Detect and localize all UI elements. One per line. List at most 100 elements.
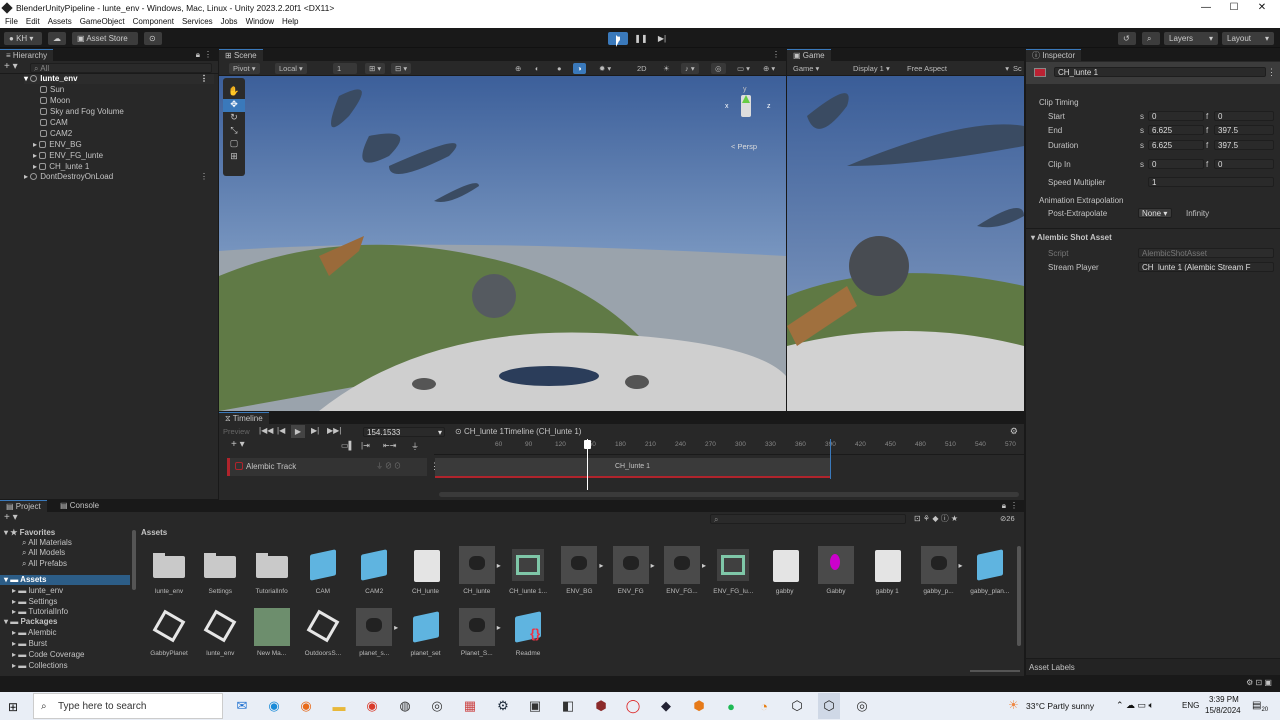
kebab-menu-icon[interactable]: ⋮ [1267,67,1276,78]
prev-frame-icon[interactable]: |◀ [277,426,285,435]
fav-all-materials[interactable]: ⌕ All Materials [22,538,72,548]
persp-label[interactable]: < Persp [731,142,757,151]
hierarchy-search-input[interactable]: ⌕ All [30,63,212,73]
tab-timeline[interactable]: ⧖ Timeline [219,412,269,424]
taskbar-search-input[interactable]: ⌕ Type here to search [33,693,223,719]
tab-scene[interactable]: ⊞ Scene [219,49,263,61]
layers-dropdown[interactable]: Layers ▾ [1164,32,1218,45]
pause-button[interactable]: ❚❚ [631,32,651,45]
grid-snap-field[interactable]: 1 [333,63,357,74]
fx-icon[interactable]: ◎ [711,63,726,74]
collab-icon[interactable]: ⊙ [144,32,162,45]
render-icon[interactable]: ✹ ▾ [595,63,615,74]
end-seconds-field[interactable]: 6.625 [1148,125,1204,135]
lighting-icon[interactable]: ☀ [659,63,674,74]
asset-item[interactable]: ENV_FG_lu... [710,546,756,595]
audio-icon[interactable]: ♪ ▾ [681,63,699,74]
hierarchy-item-cam2[interactable]: CAM2 [40,129,72,139]
hierarchy-item-dontdestroy[interactable]: ▸ DontDestroyOnLoad ⋮ [24,172,214,182]
timeline-track-row[interactable]: Alembic Track ⏚ ⊘ ⊙ ⋮ [227,458,439,476]
lock-icon[interactable]: 🔒︎ [196,49,200,61]
object-name-field[interactable]: CH_lunte 1 [1054,67,1266,77]
asset-item[interactable]: CAM [300,546,346,595]
project-grid-scrollbar[interactable] [1017,546,1021,646]
project-tree-scrollbar[interactable] [132,530,136,590]
weather-text[interactable]: 33°C Partly sunny [1026,701,1094,711]
asset-labels-bar[interactable]: Asset Labels [1026,658,1280,675]
asset-item[interactable]: OutdoorsS... [300,608,346,657]
clock-date[interactable]: 15/8/2024 [1205,706,1241,715]
pin-icon[interactable]: ⏚ [411,441,419,452]
draw-mode-icon[interactable]: ⊕ [511,63,525,74]
filter-icons[interactable]: ⊡ ⚘ ◆ ⓘ ★ [914,513,958,524]
project-search-input[interactable]: ⌕ [710,514,906,524]
asset-item[interactable]: CH_lunte [403,546,449,595]
timeline-scrollbar[interactable] [439,492,1019,497]
menu-help[interactable]: Help [282,17,298,26]
app6-icon[interactable]: ◆ [655,693,677,719]
camera-icon[interactable]: ▭ ▾ [733,63,754,74]
history-icon[interactable]: ↺ [1118,32,1136,45]
curves-icon[interactable]: ⇤⇥ [383,441,396,450]
menu-assets[interactable]: Assets [48,17,72,26]
asset-store-button[interactable]: ▣ Asset Store ▾ [72,32,138,56]
add-object-button[interactable]: + ▾ [4,61,18,72]
asset-item[interactable]: ▸ Planet_S... [454,608,501,657]
shaded-icon[interactable]: ◑ [573,63,586,74]
pivot-dropdown[interactable]: Pivot ▾ [229,63,260,74]
hierarchy-item-moon[interactable]: Moon [40,96,70,106]
notification-icon[interactable]: ▤20 [1252,700,1268,713]
opera-icon[interactable]: ◯ [622,693,644,719]
duration-seconds-field[interactable]: 6.625 [1148,140,1204,150]
packages-header[interactable]: ▾ ▬ Packages [4,617,57,627]
asset-item[interactable]: {} Readme [505,608,551,657]
game-viewport[interactable] [787,76,1024,411]
kebab-menu-icon[interactable]: ⋮ [772,49,780,61]
timeline-play-icon[interactable]: ▶ [291,425,305,438]
app-icon[interactable]: ◍ [394,693,416,719]
tab-inspector[interactable]: ⓘ Inspector [1026,49,1082,61]
go-to-end-icon[interactable]: ▶▶| [327,426,341,435]
scene-viewport[interactable]: ✋ ✥ ↻ ⤡ ▢ ⊞ y x z < Persp [219,76,786,411]
edge-icon[interactable]: ◉ [263,693,285,719]
menu-file[interactable]: File [5,17,18,26]
asset-item[interactable]: planet_set [403,608,449,657]
obs-icon[interactable]: ◎ [426,693,448,719]
search-toolbar-icon[interactable]: ⌕ [1142,32,1160,45]
rotate-tool-icon[interactable]: ↻ [223,112,245,125]
timeline-ruler[interactable]: 60 90 120 150 180 210 240 270 300 330 36… [434,439,1024,455]
menu-component[interactable]: Component [133,17,174,26]
asset-item[interactable]: ▸ ENV_FG [608,546,655,595]
tab-project[interactable]: ▤ Project [0,500,47,512]
game-view-dropdown[interactable]: Game ▾ [789,63,823,74]
snap-timeline-icon[interactable]: |⇥ [361,441,370,450]
spotify-icon[interactable]: ● [720,693,742,719]
app7-icon[interactable]: ⬢ [688,693,710,719]
lit-icon[interactable]: ● [553,63,566,74]
markers-icon[interactable]: ▭▌ [341,441,354,450]
hand-tool-icon[interactable]: ✋ [223,86,245,99]
blender-icon[interactable]: ◔ [753,693,775,719]
package-alembic[interactable]: ▸ ▬ Alembic [12,628,56,638]
kebab-menu-icon[interactable]: ⋮ [1010,500,1018,512]
display-dropdown[interactable]: Display 1 ▾ [849,63,894,74]
close-button[interactable]: ✕ [1248,0,1276,16]
clock-time[interactable]: 3:39 PM [1209,695,1239,704]
post-extrapolate-dropdown[interactable]: None ▾ [1138,208,1172,218]
speed-multiplier-field[interactable]: 1 [1148,177,1274,187]
stream-player-field[interactable]: CH_lunte 1 (Alembic Stream F [1138,262,1274,272]
app2-icon[interactable]: ▦ [459,693,481,719]
menu-edit[interactable]: Edit [26,17,40,26]
tab-game[interactable]: ▣ Game [787,49,831,61]
toggle-2d-button[interactable]: 2D [633,63,651,74]
asset-item[interactable]: gabby_plan... [967,546,1013,595]
hierarchy-item-env-bg[interactable]: ▸ ENV_BG [33,140,82,150]
unity-hub-icon[interactable]: ⬡ [786,693,808,719]
asset-item[interactable]: TutorialInfo [249,546,295,595]
file-explorer-icon[interactable]: ▬ [328,693,350,719]
scale-tool-icon[interactable]: ⤡ [223,125,245,138]
asset-item[interactable]: ▸ ENV_FG... [659,546,706,595]
duration-frames-field[interactable]: 397.5 [1214,140,1274,150]
asset-item[interactable]: GabbyPlanet [146,608,192,657]
grid-icon[interactable]: ⊞ ▾ [365,63,386,74]
